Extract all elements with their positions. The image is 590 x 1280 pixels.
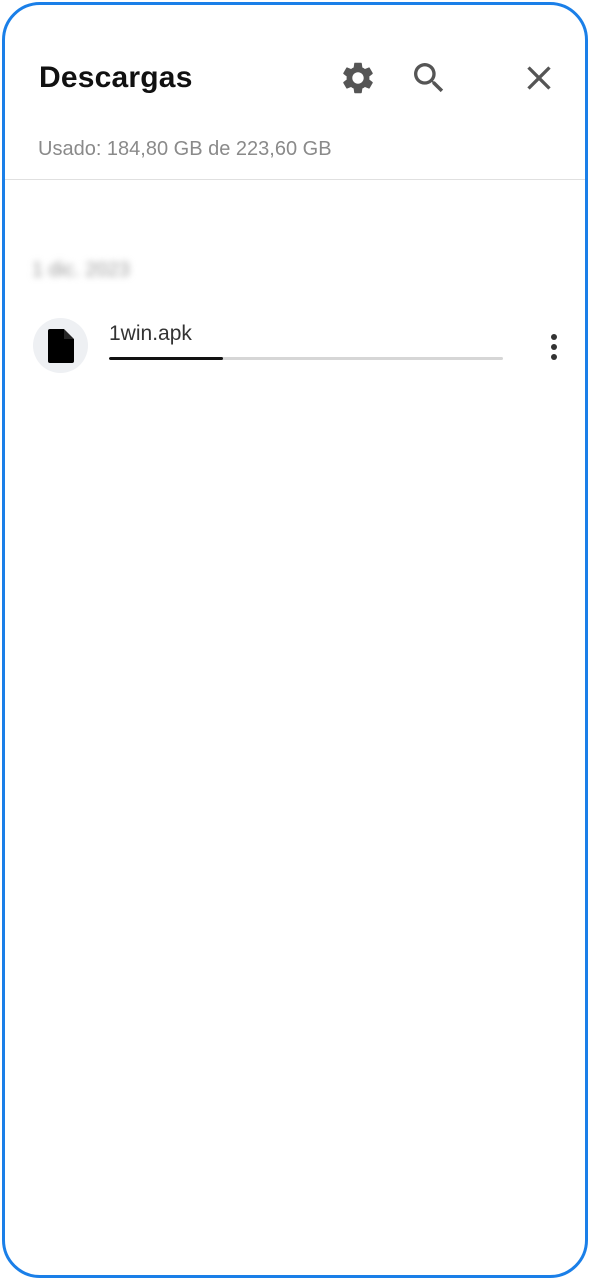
settings-button[interactable]	[338, 58, 378, 98]
download-item[interactable]: 1win.apk	[5, 313, 585, 383]
search-button[interactable]	[409, 58, 449, 98]
search-icon	[414, 63, 444, 93]
page-title: Descargas	[39, 61, 193, 94]
more-vert-icon	[551, 334, 557, 360]
file-icon	[47, 328, 74, 363]
storage-usage-text: Usado: 184,80 GB de 223,60 GB	[38, 138, 332, 160]
file-name: 1win.apk	[109, 322, 192, 345]
downloads-screen: Descargas Usado: 184,80 GB de 223,60 GB …	[2, 2, 588, 1278]
file-thumbnail	[33, 318, 88, 373]
more-options-button[interactable]	[538, 327, 570, 367]
download-progress-fill	[109, 357, 224, 360]
close-button[interactable]	[519, 58, 559, 98]
close-icon	[527, 66, 551, 90]
download-progress-bar	[109, 357, 503, 360]
app-header: Descargas Usado: 184,80 GB de 223,60 GB	[5, 5, 585, 180]
date-section-header: 1 dic. 2023	[32, 259, 130, 281]
gear-icon	[343, 62, 373, 94]
